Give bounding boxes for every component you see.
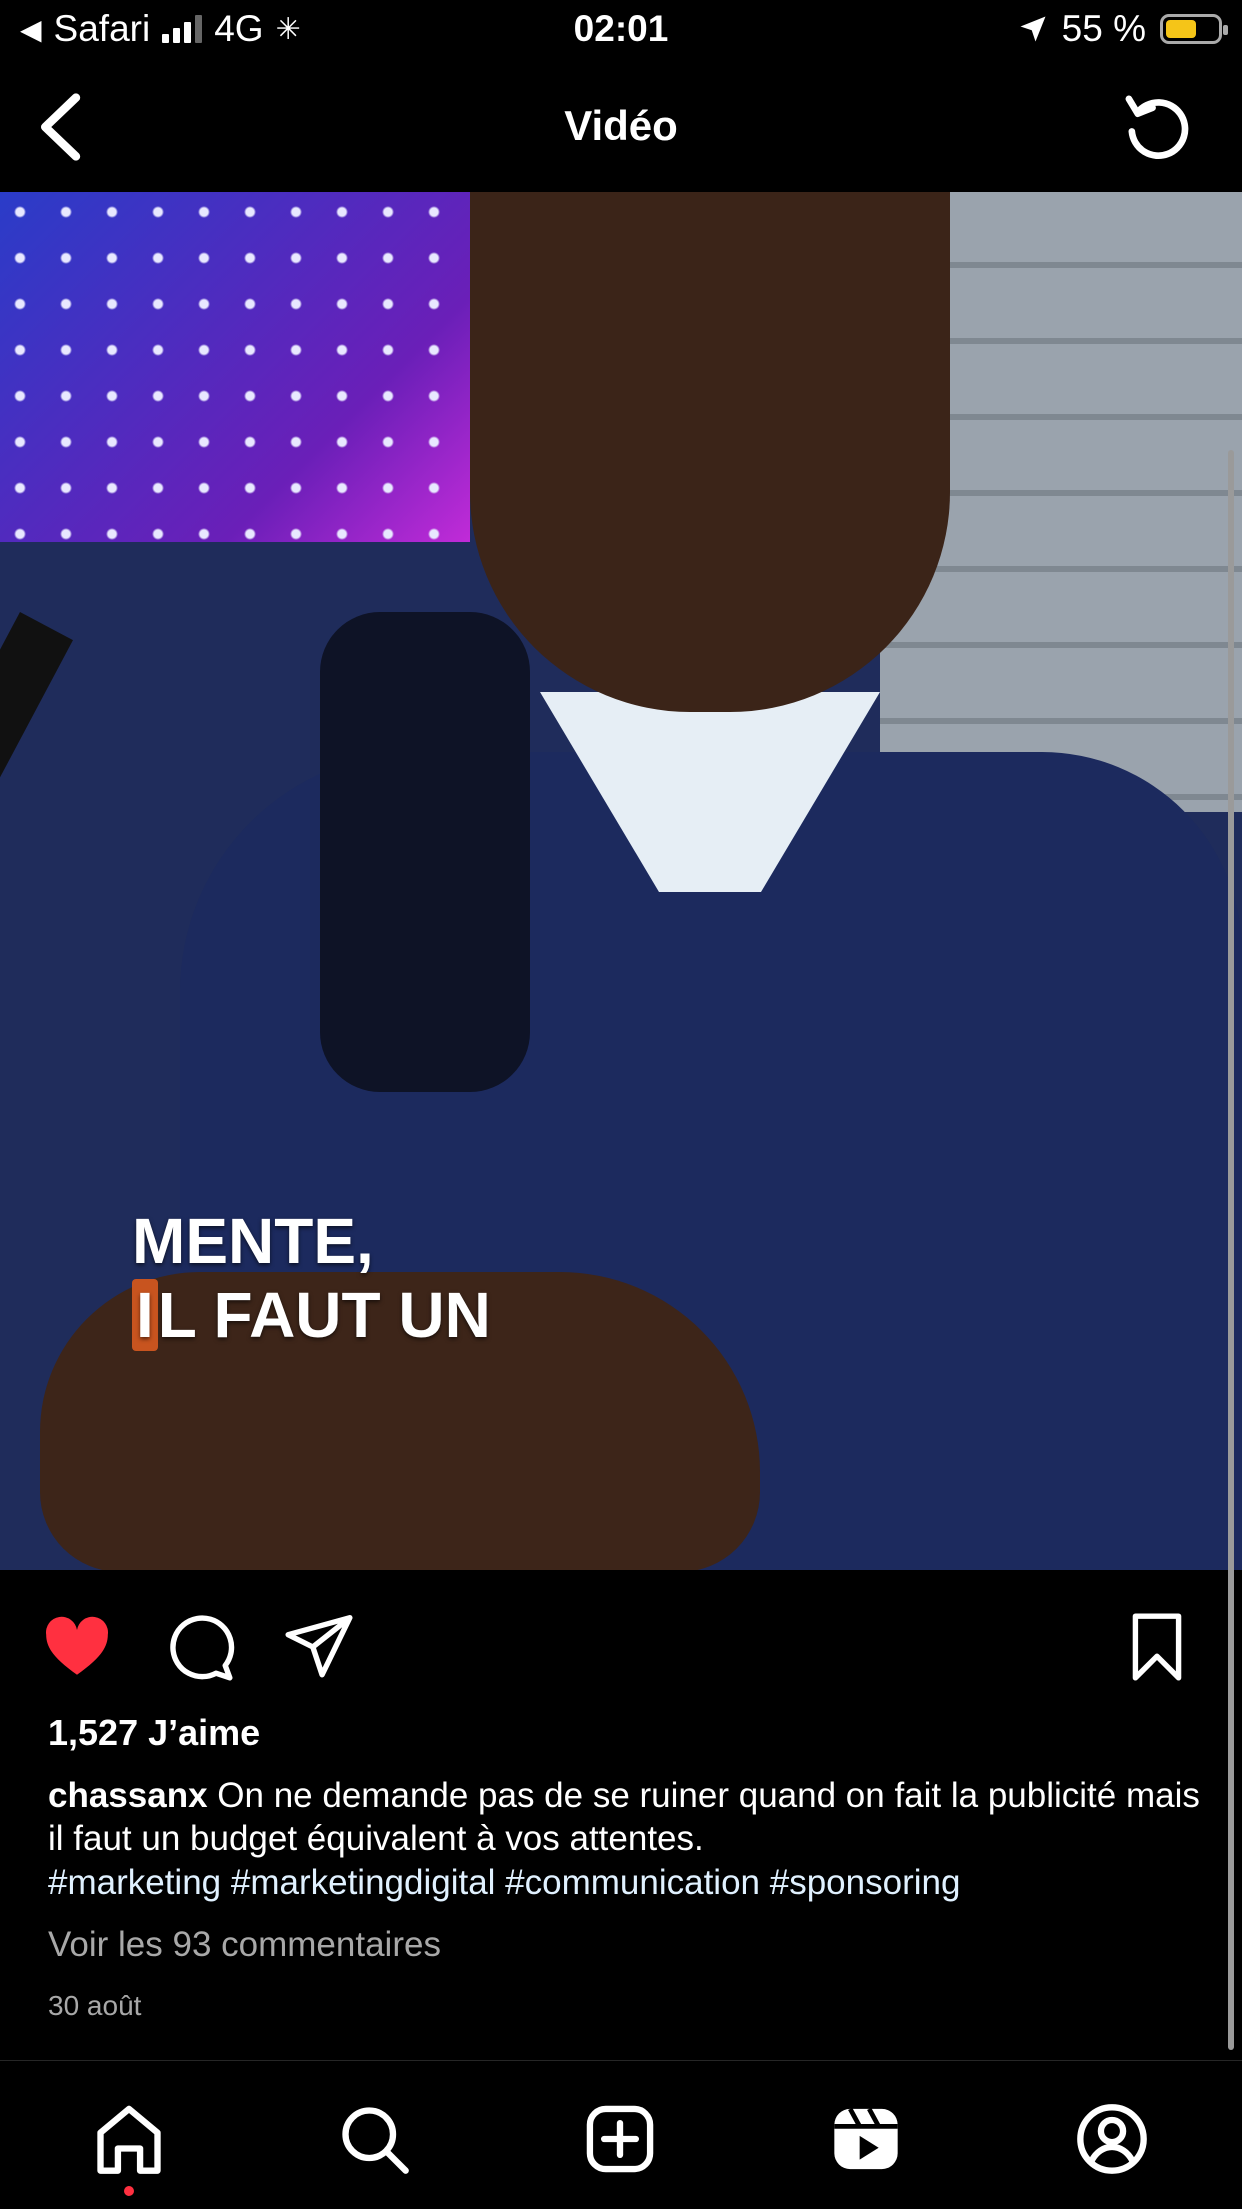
hashtags[interactable]: #marketing #marketingdigital #communicat… [48,1863,960,1903]
subtitle-line-1: MENTE, [132,1205,374,1277]
microphone [320,612,530,1092]
led-screen-background [0,192,470,542]
post-date: 30 août [48,1990,142,2021]
reels-icon[interactable] [828,2101,904,2177]
profile-icon[interactable] [1074,2101,1150,2177]
home-icon[interactable] [91,2101,167,2177]
create-icon[interactable] [582,2101,658,2177]
bottom-tab-bar [0,2060,1242,2209]
battery-icon [1160,14,1228,44]
caption-text: On ne demande pas de se ruiner quand on … [48,1776,1200,1858]
search-icon[interactable] [336,2101,412,2177]
subtitle-line-2-rest: L FAUT UN [157,1279,491,1351]
post-username[interactable]: chassanx [48,1776,208,1815]
reload-icon[interactable] [1120,90,1194,164]
post-caption: chassanx On ne demande pas de se ruiner … [48,1774,1208,1860]
nav-header: Vidéo [0,62,1242,192]
bookmark-icon[interactable] [1120,1610,1194,1684]
heart-icon[interactable] [40,1610,114,1684]
likes-count[interactable]: 1,527 J’aime [48,1712,260,1754]
view-comments-link[interactable]: Voir les 93 commentaires [48,1925,441,1965]
comment-icon[interactable] [162,1610,236,1684]
post-actions [0,1570,1242,1720]
video-subtitle: MENTE, IL FAUT UN [132,1204,491,1352]
status-bar: ◀ Safari 4G ✳ 02:01 55 % [0,0,1242,62]
status-right: 55 % [1018,8,1228,50]
home-active-dot [124,2186,134,2196]
subtitle-highlight: I [132,1279,158,1351]
subtitle-line-2: IL FAUT UN [132,1278,491,1352]
location-icon [1020,16,1046,42]
battery-percent: 55 % [1061,8,1146,49]
scrollbar[interactable] [1228,450,1234,2050]
share-icon[interactable] [282,1610,356,1684]
video-player[interactable]: MENTE, IL FAUT UN [0,192,1242,1570]
page-title: Vidéo [564,102,678,149]
speaker-face [470,192,950,712]
